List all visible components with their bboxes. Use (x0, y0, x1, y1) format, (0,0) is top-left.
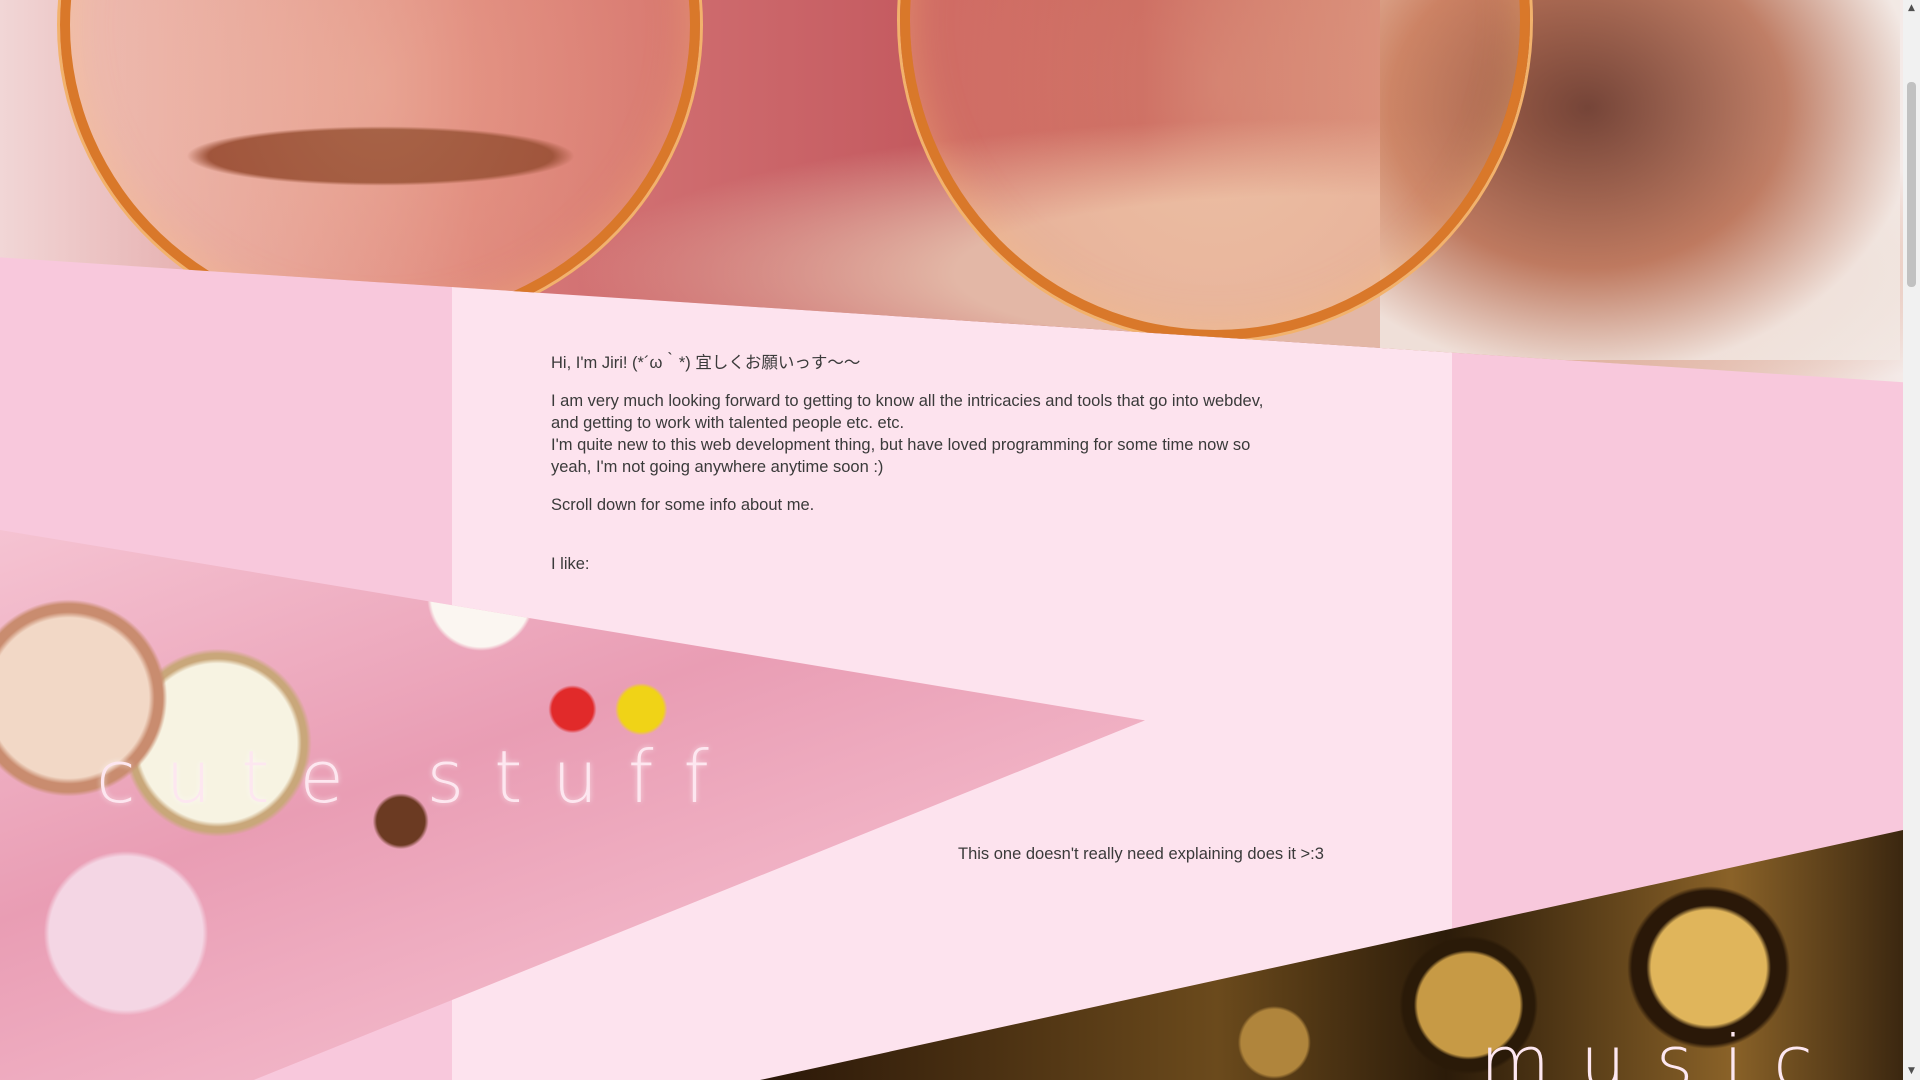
intro-line: I'm quite new to this web development th… (551, 436, 1251, 454)
music-title: music (1480, 1020, 1843, 1080)
intro-section: Hi, I'm Jiri! (*´ω｀*) 宜しくお願いっす〜〜 I am ve… (551, 352, 1351, 532)
intro-line: and getting to work with talented people… (551, 414, 905, 432)
intro-line: yeah, I'm not going anywhere anytime soo… (551, 458, 884, 476)
greeting: Hi, I'm Jiri! (*´ω｀*) 宜しくお願いっす〜〜 (551, 354, 861, 372)
scroll-up-arrow-icon[interactable]: ▲ (1903, 0, 1920, 17)
likes-label: I like: (551, 555, 590, 573)
intro-line: I am very much looking forward to gettin… (551, 392, 1264, 410)
scroll-down-arrow-icon[interactable]: ▼ (1903, 1063, 1920, 1080)
scroll-thumb[interactable] (1907, 82, 1916, 287)
page: Hi, I'm Jiri! (*´ω｀*) 宜しくお願いっす〜〜 I am ve… (0, 0, 1903, 1080)
cute-stuff-description: This one doesn't really need explaining … (958, 845, 1324, 863)
vertical-scrollbar[interactable]: ▲ ▼ (1903, 0, 1920, 1080)
cute-stuff-title: cute stuff (96, 735, 739, 819)
scroll-hint: Scroll down for some info about me. (551, 496, 815, 514)
intro-paragraph: I am very much looking forward to gettin… (551, 390, 1351, 478)
